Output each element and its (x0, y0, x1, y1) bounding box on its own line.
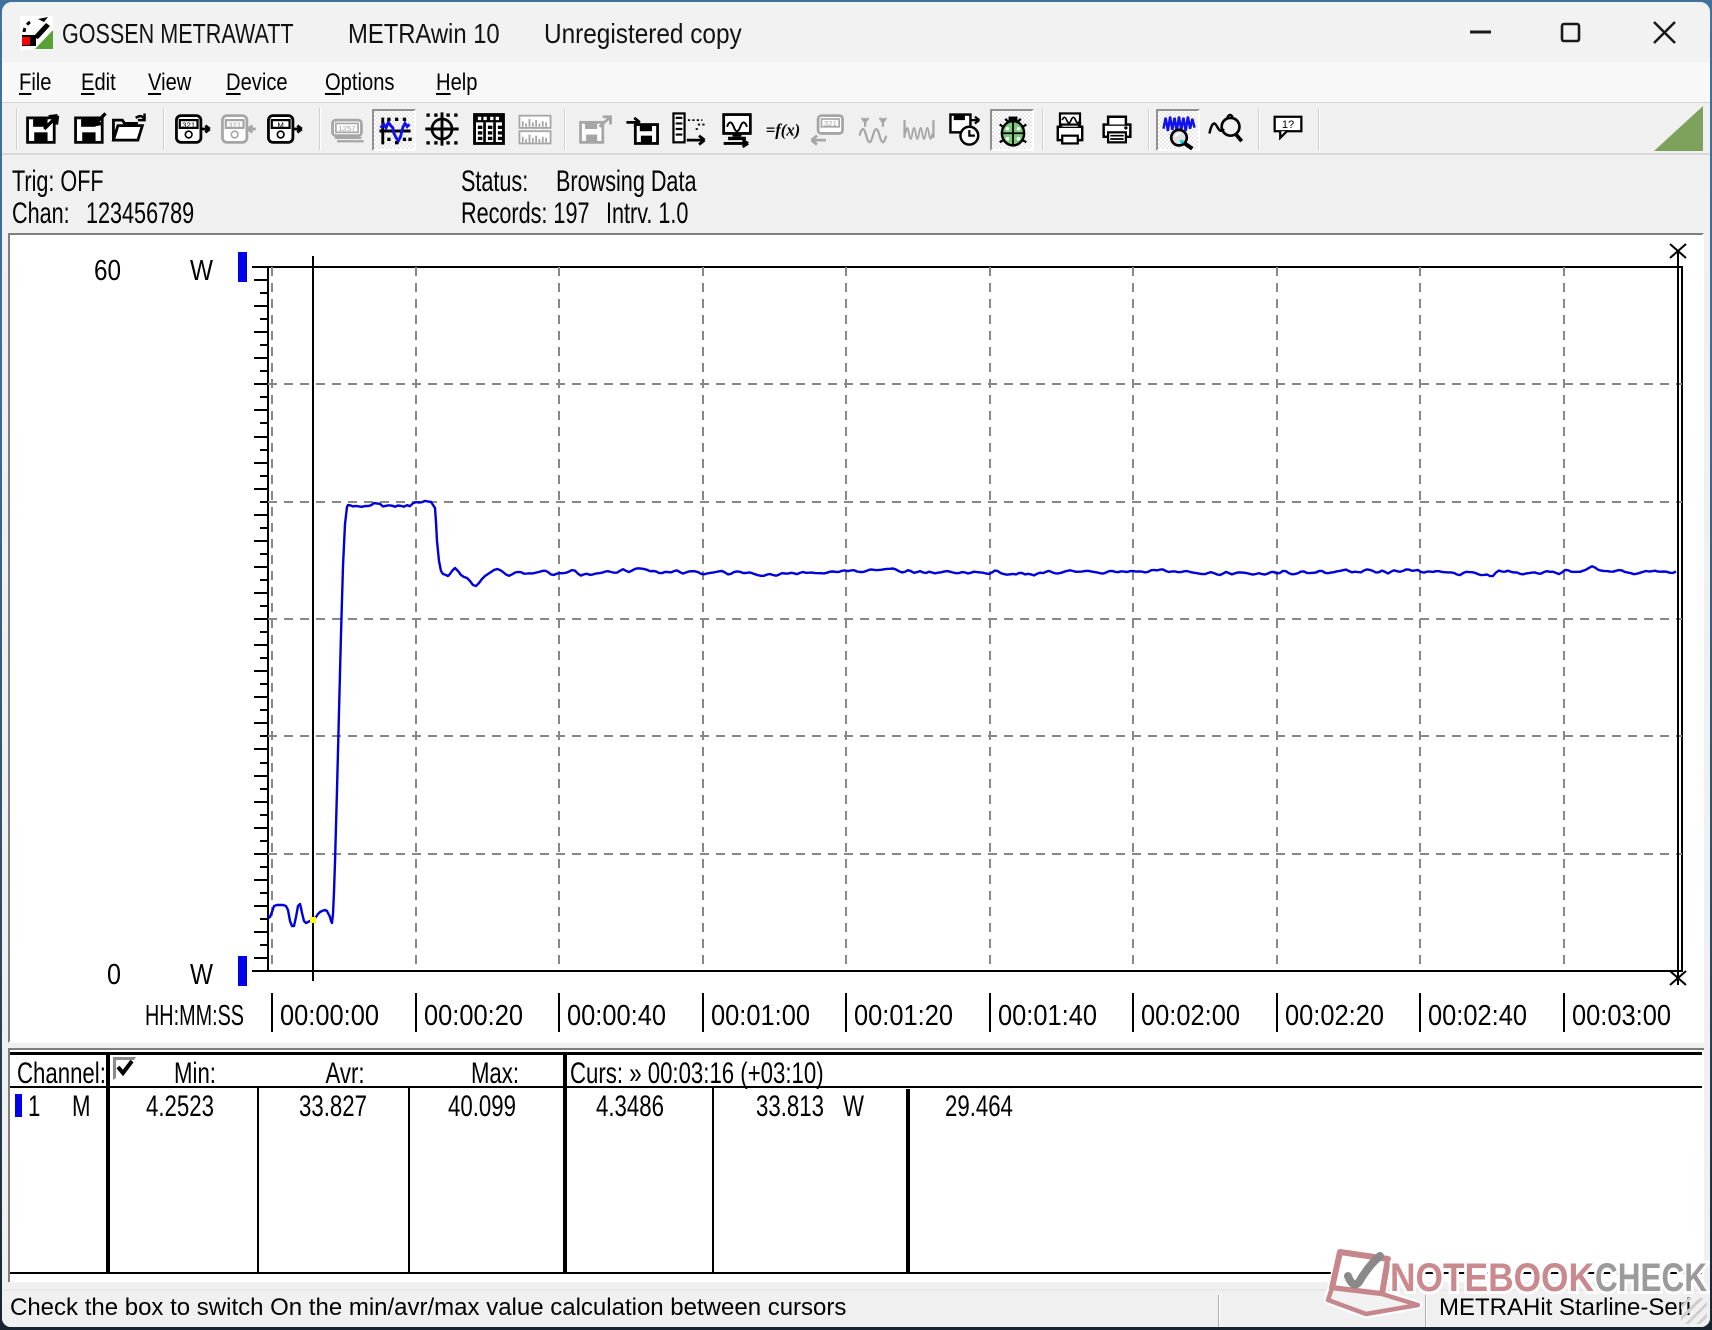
svg-text:W: W (190, 255, 214, 287)
svg-text:00:02:20: 00:02:20 (1285, 1000, 1384, 1032)
svg-text:00:00:40: 00:00:40 (567, 1000, 666, 1032)
svg-text:00:02:00: 00:02:00 (1141, 1000, 1240, 1032)
svg-text:00:03:00: 00:03:00 (1572, 1000, 1671, 1032)
svg-text:00:02:40: 00:02:40 (1428, 1000, 1527, 1032)
svg-text:NOTEBOOK: NOTEBOOK (1390, 1256, 1594, 1300)
svg-text:60: 60 (94, 255, 121, 287)
svg-text:0: 0 (107, 959, 121, 991)
svg-text:HH:MM:SS: HH:MM:SS (145, 1000, 244, 1032)
svg-text:00:01:40: 00:01:40 (998, 1000, 1097, 1032)
svg-text:CHECK: CHECK (1595, 1256, 1707, 1300)
svg-text:00:00:20: 00:00:20 (424, 1000, 523, 1032)
svg-text:W: W (190, 959, 214, 991)
svg-text:00:01:20: 00:01:20 (854, 1000, 953, 1032)
svg-text:00:01:00: 00:01:00 (711, 1000, 810, 1032)
svg-text:00:00:00: 00:00:00 (280, 1000, 379, 1032)
